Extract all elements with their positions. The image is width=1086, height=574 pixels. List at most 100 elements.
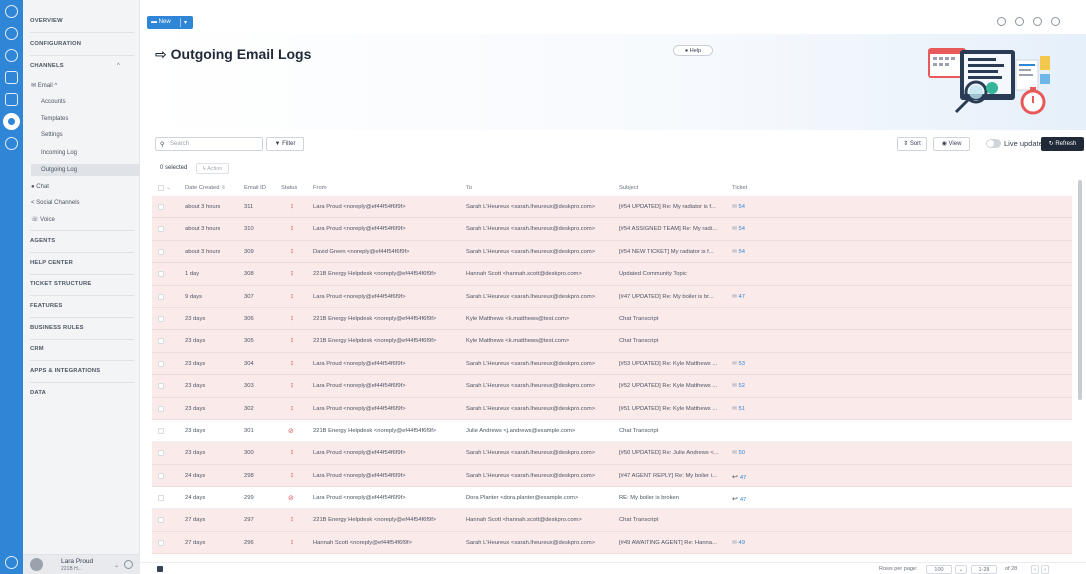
- sidebar-item-chat[interactable]: ● Chat: [31, 184, 49, 190]
- live-updates-toggle[interactable]: [986, 139, 1001, 148]
- email-subject[interactable]: [#51 UPDATED] Re: Kyle Matthews ...: [619, 406, 729, 412]
- row-checkbox[interactable]: [158, 450, 164, 457]
- history-icon[interactable]: [997, 17, 1006, 26]
- search-input[interactable]: ⚲ Search: [155, 137, 263, 151]
- ticket-link[interactable]: ✉ 51: [732, 406, 745, 412]
- col-email-id[interactable]: Email ID: [244, 185, 266, 191]
- table-row[interactable]: 1 day 308 ⋮ 221B Energy Helpdesk <noreply@e…: [152, 263, 1072, 286]
- ticket-link[interactable]: ✉ 49: [732, 540, 745, 546]
- table-row[interactable]: 23 days 303 ⋮ Lara Proud <noreply@ef44f54f6…: [152, 375, 1072, 398]
- email-subject[interactable]: Chat Transcript: [619, 338, 729, 344]
- sidebar-section-configuration[interactable]: CONFIGURATION: [30, 41, 134, 47]
- email-subject[interactable]: [#47 AGENT REPLY] Re: My boiler i...: [619, 473, 729, 479]
- sidebar-section-ticket-structure[interactable]: TICKET STRUCTURE: [30, 281, 134, 287]
- help-button[interactable]: ● Help: [673, 45, 713, 56]
- next-page-icon[interactable]: ›: [1041, 565, 1049, 574]
- rows-per-page-select[interactable]: 100: [926, 565, 952, 574]
- ticket-link[interactable]: ✉ 47: [732, 294, 745, 300]
- ticket-link[interactable]: ✉ 54: [732, 249, 745, 255]
- tasks-icon[interactable]: [5, 71, 18, 84]
- sidebar-section-overview[interactable]: OVERVIEW: [30, 18, 134, 24]
- billing-icon[interactable]: [5, 137, 18, 150]
- table-row[interactable]: 23 days 306 ⋮ 221B Energy Helpdesk <noreply…: [152, 307, 1072, 331]
- email-subject[interactable]: [#49 AWAITING AGENT] Re: Hanna...: [619, 540, 729, 546]
- sidebar-item-settings[interactable]: Settings: [41, 132, 63, 138]
- select-all-checkbox[interactable]: [158, 185, 164, 191]
- page-range-select[interactable]: 1-28: [971, 565, 997, 574]
- table-row[interactable]: about 3 hours 311 ⋮ Lara Proud <noreply@ef4…: [152, 196, 1072, 219]
- email-subject[interactable]: [#54 UPDATED] Re: My radiator is f...: [619, 204, 729, 210]
- select-dropdown-icon[interactable]: ⌄: [166, 185, 171, 191]
- row-checkbox[interactable]: [158, 405, 164, 412]
- col-from[interactable]: From: [313, 185, 327, 191]
- chevron-down-icon[interactable]: ⌄: [955, 565, 967, 574]
- table-scrollbar[interactable]: [1078, 180, 1082, 400]
- sidebar-section-apps[interactable]: APPS & INTEGRATIONS: [30, 368, 134, 374]
- row-checkbox[interactable]: [158, 495, 164, 502]
- ticket-link[interactable]: ✉ 54: [732, 226, 745, 232]
- logout-icon[interactable]: [5, 556, 18, 569]
- col-ticket[interactable]: Ticket: [732, 185, 747, 191]
- row-checkbox[interactable]: [158, 248, 164, 255]
- row-checkbox[interactable]: [158, 539, 164, 546]
- sidebar-section-business-rules[interactable]: BUSINESS RULES: [30, 325, 134, 331]
- user-menu[interactable]: Lara Proud 221B H... ⌄: [23, 554, 140, 574]
- new-button[interactable]: ▬ New ▾: [147, 16, 193, 29]
- row-checkbox[interactable]: [158, 383, 164, 390]
- table-row[interactable]: 24 days 298 ⋮ Lara Proud <noreply@ef44f54f6…: [152, 464, 1072, 488]
- chevron-down-icon[interactable]: ▾: [184, 19, 187, 26]
- col-date-created[interactable]: Date Created ⇩: [185, 185, 226, 191]
- table-row[interactable]: 24 days 299 ⊘ Lara Proud <noreply@ef44f54f6…: [152, 487, 1072, 510]
- search-icon[interactable]: [1051, 17, 1060, 26]
- col-status[interactable]: Status: [281, 185, 297, 191]
- row-checkbox[interactable]: [158, 517, 164, 524]
- sidebar-item-accounts[interactable]: Accounts: [41, 99, 66, 105]
- reports-icon[interactable]: [5, 93, 18, 106]
- sidebar-section-features[interactable]: FEATURES: [30, 303, 134, 309]
- ticket-link[interactable]: ↩ 47: [732, 473, 746, 481]
- chevron-up-icon[interactable]: ^: [117, 63, 120, 69]
- export-icon[interactable]: [157, 566, 163, 572]
- email-subject[interactable]: [#54 NEW TICKET] My radiator is f...: [619, 249, 729, 255]
- email-subject[interactable]: [#52 UPDATED] Re: Kyle Matthews ...: [619, 383, 729, 389]
- table-row[interactable]: 27 days 297 ⋮ 221B Energy Helpdesk <noreply…: [152, 509, 1072, 532]
- row-checkbox[interactable]: [158, 271, 164, 278]
- sidebar-item-voice[interactable]: ☏ Voice: [31, 216, 55, 223]
- sidebar-section-data[interactable]: DATA: [30, 390, 134, 396]
- refresh-button[interactable]: ↻ Refresh: [1041, 137, 1084, 151]
- table-row[interactable]: 23 days 302 ⋮ Lara Proud <noreply@ef44f54f6…: [152, 397, 1072, 420]
- chat-bubble-icon[interactable]: [5, 5, 18, 18]
- row-checkbox[interactable]: [158, 226, 164, 233]
- table-row[interactable]: about 3 hours 309 ⋮ David Green <noreply@ef…: [152, 240, 1072, 264]
- admin-gear-icon[interactable]: [3, 113, 20, 130]
- row-checkbox[interactable]: [158, 204, 164, 210]
- email-subject[interactable]: [#53 UPDATED] Re: Kyle Matthews ...: [619, 361, 729, 367]
- email-subject[interactable]: Chat Transcript: [619, 428, 729, 434]
- sidebar-item-email[interactable]: ✉ Email ^: [31, 82, 57, 89]
- row-checkbox[interactable]: [158, 293, 164, 300]
- email-subject[interactable]: Chat Transcript: [619, 316, 729, 322]
- table-row[interactable]: about 3 hours 310 ⋮ Lara Proud <noreply@ef4…: [152, 218, 1072, 241]
- row-checkbox[interactable]: [158, 338, 164, 345]
- email-subject[interactable]: [#47 UPDATED] Re: My boiler is br...: [619, 294, 729, 300]
- sidebar-section-help-center[interactable]: HELP CENTER: [30, 260, 134, 266]
- ticket-link[interactable]: ↩ 47: [732, 495, 746, 503]
- sort-button[interactable]: ⇕ Sort: [897, 137, 927, 151]
- prev-page-icon[interactable]: ‹: [1031, 565, 1039, 574]
- row-checkbox[interactable]: [158, 360, 164, 367]
- table-row[interactable]: 23 days 300 ⋮ Lara Proud <noreply@ef44f54f6…: [152, 442, 1072, 465]
- table-row[interactable]: 23 days 305 ⋮ 221B Energy Helpdesk <noreply…: [152, 330, 1072, 353]
- filter-button[interactable]: ▼ Filter: [266, 137, 304, 151]
- sidebar-item-social-channels[interactable]: < Social Channels: [31, 200, 80, 206]
- table-row[interactable]: 23 days 304 ⋮ Lara Proud <noreply@ef44f54f6…: [152, 352, 1072, 376]
- email-subject[interactable]: [#50 UPDATED] Re: Julie Andrews <...: [619, 450, 729, 456]
- ticket-link[interactable]: ✉ 53: [732, 361, 745, 367]
- email-subject[interactable]: Updated Community Topic: [619, 271, 729, 277]
- bell-icon[interactable]: [1033, 17, 1042, 26]
- table-row[interactable]: 27 days 296 ⋮ Hannah Scott <noreply@ef44f54…: [152, 531, 1072, 555]
- row-checkbox[interactable]: [158, 427, 164, 434]
- row-checkbox[interactable]: [158, 315, 164, 322]
- table-row[interactable]: 23 days 301 ⊘ 221B Energy Helpdesk <noreply…: [152, 419, 1072, 443]
- action-button[interactable]: ϟ Action: [196, 163, 229, 174]
- sidebar-item-incoming-log[interactable]: Incoming Log: [41, 150, 77, 156]
